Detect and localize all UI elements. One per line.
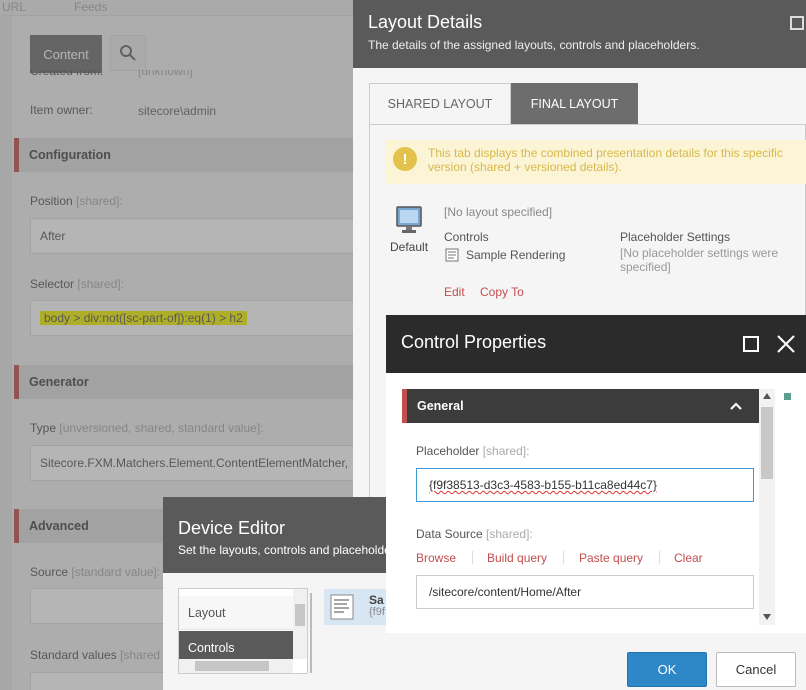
tab-shared-layout[interactable]: SHARED LAYOUT (369, 83, 511, 124)
close-icon[interactable] (777, 335, 795, 356)
placeholder-value: {f9f38513-d3c3-4583-b155-b11ca8ed44c7} (429, 478, 657, 492)
device-editor-dialog: Device Editor Set the layouts, controls … (163, 497, 393, 690)
browse-link[interactable]: Browse (416, 551, 456, 565)
layout-details-subtitle: The details of the assigned layouts, con… (368, 38, 700, 52)
device-editor-title: Device Editor (178, 518, 286, 538)
cancel-button[interactable]: Cancel (716, 652, 796, 687)
rendering-doc-icon (330, 594, 354, 623)
nav-item-layout[interactable]: Layout (179, 596, 293, 630)
divider (659, 551, 660, 564)
data-source-label: Data Source [shared]: (416, 527, 533, 541)
layout-details-header (353, 0, 806, 68)
general-section[interactable]: General (402, 389, 759, 423)
rendering-item[interactable]: Sa {f9f (324, 589, 393, 625)
rendering-icon (445, 248, 459, 265)
edit-link[interactable]: Edit (444, 285, 465, 299)
nav-hscrollbar[interactable] (179, 659, 293, 673)
warning-icon: ! (393, 147, 417, 171)
scroll-down-icon[interactable] (763, 614, 771, 620)
data-source-input[interactable]: /sitecore/content/Home/After (416, 575, 754, 609)
rendering-name: Sa (369, 593, 384, 607)
layout-details-title: Layout Details (368, 12, 483, 32)
placeholder-input[interactable]: {f9f38513-d3c3-4583-b155-b11ca8ed44c7} (416, 468, 754, 502)
divider (472, 551, 473, 564)
placeholder-settings-label: Placeholder Settings (620, 230, 731, 244)
build-query-link[interactable]: Build query (487, 551, 547, 565)
nav-scrollbar[interactable] (293, 589, 307, 659)
control-properties-dialog: Control Properties General Placeholder [… (386, 315, 806, 690)
splitter[interactable] (310, 593, 312, 673)
paste-query-link[interactable]: Paste query (579, 551, 643, 565)
clear-link[interactable]: Clear (674, 551, 703, 565)
maximize-icon[interactable] (790, 16, 804, 30)
chevron-up-icon[interactable] (730, 400, 742, 414)
placeholder-settings-value: [No placeholder settings were specified] (620, 246, 779, 274)
status-indicator (784, 393, 791, 400)
layout-text: [No layout specified] (444, 205, 553, 219)
copy-to-link[interactable]: Copy To (480, 285, 524, 299)
rendering-id: {f9f (369, 606, 385, 618)
control-item[interactable]: Sample Rendering (466, 248, 565, 262)
device-editor-subtitle: Set the layouts, controls and placeholde… (178, 543, 393, 557)
placeholder-label: Placeholder [shared]: (416, 444, 530, 458)
monitor-icon (393, 204, 425, 239)
maximize-icon[interactable] (743, 336, 759, 352)
divider (563, 551, 564, 564)
scroll-up-icon[interactable] (763, 393, 771, 399)
tab-final-layout[interactable]: FINAL LAYOUT (511, 83, 638, 124)
warning-text: This tab displays the combined presentat… (428, 146, 783, 174)
properties-scrollbar[interactable] (759, 389, 775, 625)
controls-label: Controls (444, 230, 489, 244)
control-properties-title: Control Properties (401, 332, 547, 352)
device-default-label[interactable]: Default (390, 240, 428, 254)
scrollbar-thumb[interactable] (761, 407, 773, 479)
device-editor-nav: Layout Controls (178, 588, 308, 674)
ok-button[interactable]: OK (627, 652, 707, 687)
